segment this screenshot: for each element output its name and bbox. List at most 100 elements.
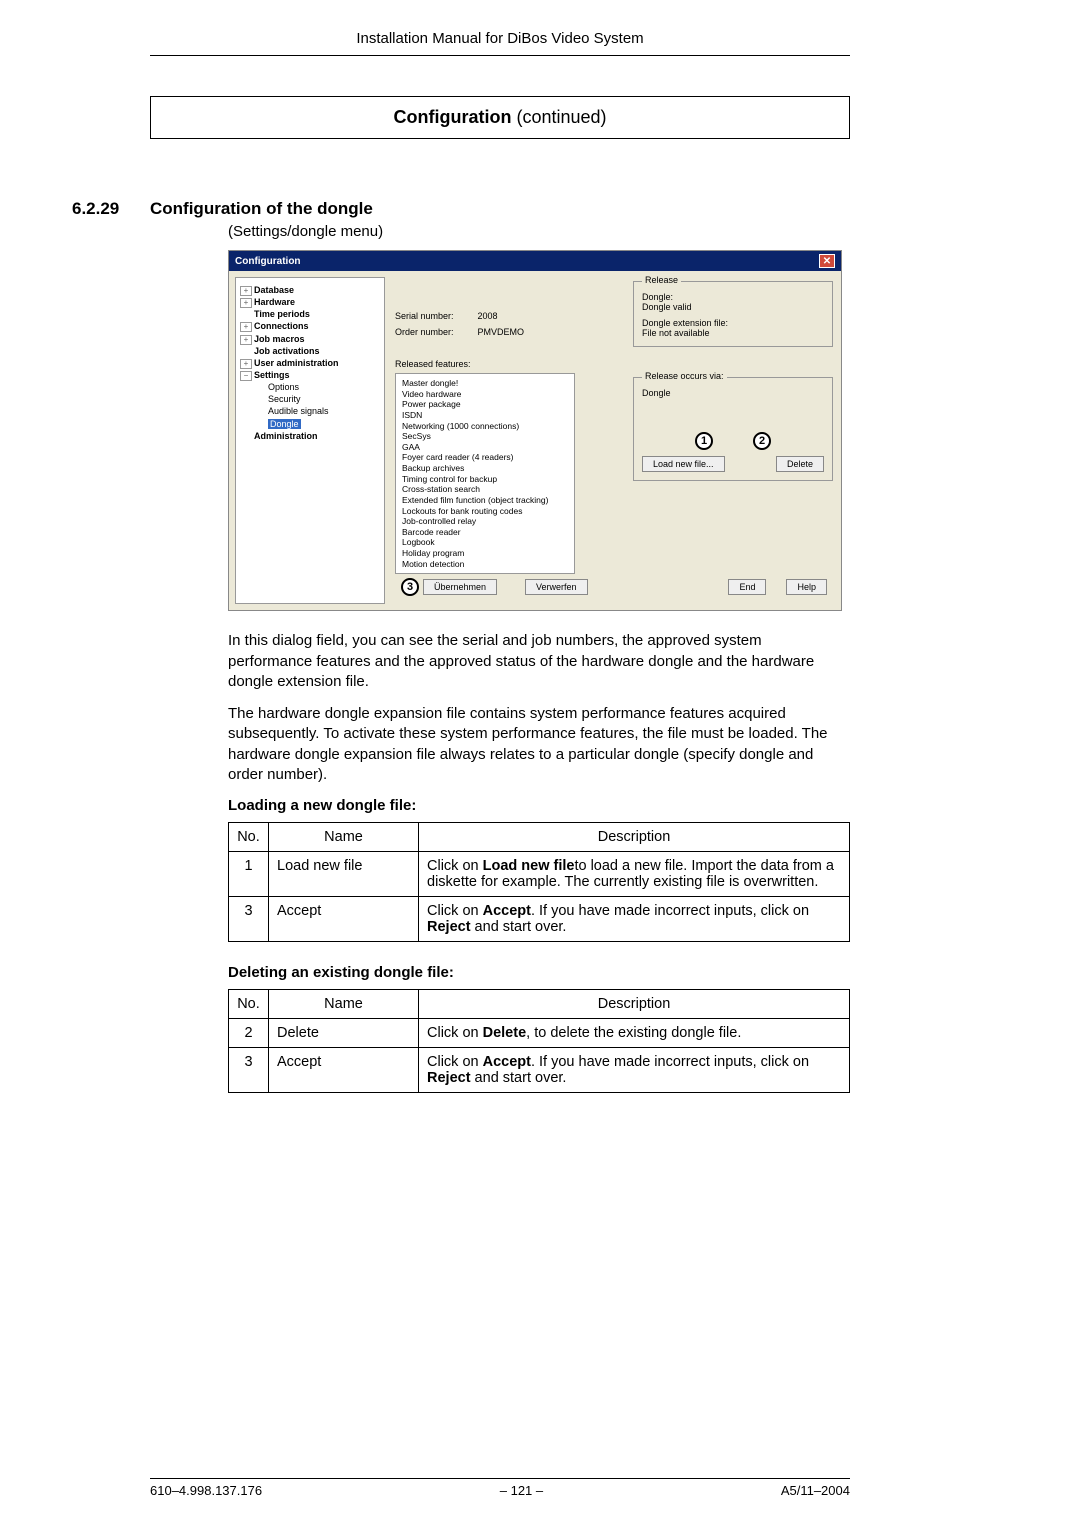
cell-desc: Click on Accept. If you have made incorr… — [419, 1048, 850, 1093]
paragraph-1: In this dialog field, you can see the se… — [228, 631, 850, 692]
tree-audible[interactable]: Audible signals — [240, 405, 380, 417]
tree-time-periods[interactable]: Time periods — [254, 309, 310, 319]
release-dongle-value: Dongle valid — [642, 302, 824, 312]
feature-item: Extended film function (object tracking) — [402, 495, 568, 506]
section-title: Configuration (continued) — [150, 96, 850, 139]
feature-item: Logbook — [402, 537, 568, 548]
order-label: Order number: — [395, 327, 475, 337]
callout-3: 3 — [401, 578, 419, 596]
feature-item: Video hardware — [402, 389, 568, 400]
cell-name: Accept — [269, 897, 419, 942]
cell-desc: Click on Delete, to delete the existing … — [419, 1019, 850, 1048]
tree-administration[interactable]: Administration — [254, 431, 318, 441]
th-no: No. — [229, 823, 269, 852]
release-dongle-label: Dongle: — [642, 292, 824, 302]
th-no: No. — [229, 990, 269, 1019]
tree-job-macros[interactable]: Job macros — [254, 334, 305, 344]
release-group-legend: Release — [642, 275, 681, 285]
feature-item: Barcode reader — [402, 527, 568, 538]
released-features-list[interactable]: Master dongle! Video hardware Power pack… — [395, 373, 575, 574]
release-ext-label: Dongle extension file: — [642, 318, 824, 328]
cell-no: 3 — [229, 897, 269, 942]
subsection-title: Configuration of the dongle — [150, 199, 373, 219]
release-ext-value: File not available — [642, 328, 824, 338]
feature-item: Backup archives — [402, 463, 568, 474]
close-icon[interactable]: ✕ — [819, 254, 835, 268]
serial-label: Serial number: — [395, 311, 475, 321]
section-title-rest: (continued) — [511, 107, 606, 127]
subsection-subtitle: (Settings/dongle menu) — [228, 223, 850, 240]
tree-database[interactable]: Database — [254, 285, 294, 295]
loading-table: No. Name Description 1 Load new file Cli… — [228, 822, 850, 942]
feature-item: Job-controlled relay — [402, 516, 568, 527]
reject-button[interactable]: Verwerfen — [525, 579, 588, 595]
page-footer: 610–4.998.137.176 – 121 – A5/11–2004 — [150, 1478, 850, 1498]
occurs-value: Dongle — [642, 388, 824, 398]
subsection-number: 6.2.29 — [72, 199, 150, 219]
tree-security[interactable]: Security — [240, 393, 380, 405]
config-dialog: Configuration ✕ +Database +Hardware Time… — [228, 250, 842, 611]
deleting-table: No. Name Description 2 Delete Click on D… — [228, 989, 850, 1093]
cell-name: Load new file — [269, 852, 419, 897]
feature-item: Lockouts for bank routing codes — [402, 506, 568, 517]
feature-item: Master dongle! — [402, 378, 568, 389]
order-value: PMVDEMO — [478, 327, 525, 337]
th-desc: Description — [419, 990, 850, 1019]
table-row: 1 Load new file Click on Load new fileto… — [229, 852, 850, 897]
tree-options[interactable]: Options — [240, 381, 380, 393]
cell-no: 1 — [229, 852, 269, 897]
table-row: 3 Accept Click on Accept. If you have ma… — [229, 1048, 850, 1093]
dialog-titlebar: Configuration ✕ — [229, 251, 841, 271]
nav-tree[interactable]: +Database +Hardware Time periods +Connec… — [235, 277, 385, 604]
deleting-heading: Deleting an existing dongle file: — [228, 964, 850, 981]
th-desc: Description — [419, 823, 850, 852]
footer-center: – 121 – — [500, 1483, 543, 1498]
table-row: 3 Accept Click on Accept. If you have ma… — [229, 897, 850, 942]
tree-user-admin[interactable]: User administration — [254, 358, 339, 368]
release-occurs-group: Release occurs via: Dongle 1 2 Load new … — [633, 377, 833, 481]
cell-name: Accept — [269, 1048, 419, 1093]
load-new-file-button[interactable]: Load new file... — [642, 456, 725, 472]
dialog-title: Configuration — [235, 256, 301, 267]
feature-item: Timing control for backup — [402, 474, 568, 485]
feature-item: Networking (1000 connections) — [402, 421, 568, 432]
th-name: Name — [269, 823, 419, 852]
feature-item: GAA — [402, 442, 568, 453]
cell-no: 3 — [229, 1048, 269, 1093]
occurs-legend: Release occurs via: — [642, 371, 727, 381]
section-title-bold: Configuration — [393, 107, 511, 127]
cell-desc: Click on Load new fileto load a new file… — [419, 852, 850, 897]
feature-item: SecSys — [402, 431, 568, 442]
cell-no: 2 — [229, 1019, 269, 1048]
feature-item: Holiday program — [402, 548, 568, 559]
table-row: 2 Delete Click on Delete, to delete the … — [229, 1019, 850, 1048]
release-group: Release Dongle: Dongle valid Dongle exte… — [633, 281, 833, 347]
footer-left: 610–4.998.137.176 — [150, 1483, 262, 1498]
apply-button[interactable]: Übernehmen — [423, 579, 497, 595]
feature-item: Foyer card reader (4 readers) — [402, 452, 568, 463]
feature-item: ISDN — [402, 410, 568, 421]
paragraph-2: The hardware dongle expansion file conta… — [228, 704, 850, 785]
released-features-label: Released features: — [395, 359, 633, 369]
header-rule — [150, 55, 850, 56]
tree-settings[interactable]: Settings — [254, 370, 290, 380]
th-name: Name — [269, 990, 419, 1019]
feature-item: Motion detection — [402, 559, 568, 570]
loading-heading: Loading a new dongle file: — [228, 797, 850, 814]
tree-connections[interactable]: Connections — [254, 321, 309, 331]
cell-desc: Click on Accept. If you have made incorr… — [419, 897, 850, 942]
footer-right: A5/11–2004 — [781, 1483, 850, 1498]
help-button[interactable]: Help — [786, 579, 827, 595]
serial-value: 2008 — [478, 311, 498, 321]
end-button[interactable]: End — [728, 579, 766, 595]
delete-button[interactable]: Delete — [776, 456, 824, 472]
cell-name: Delete — [269, 1019, 419, 1048]
tree-dongle-selected[interactable]: Dongle — [268, 419, 301, 429]
doc-header: Installation Manual for DiBos Video Syst… — [150, 30, 850, 47]
feature-item: Power package — [402, 399, 568, 410]
tree-hardware[interactable]: Hardware — [254, 297, 295, 307]
feature-item: Cross-station search — [402, 484, 568, 495]
tree-job-activations[interactable]: Job activations — [254, 346, 320, 356]
callout-1: 1 — [695, 432, 713, 450]
callout-2: 2 — [753, 432, 771, 450]
